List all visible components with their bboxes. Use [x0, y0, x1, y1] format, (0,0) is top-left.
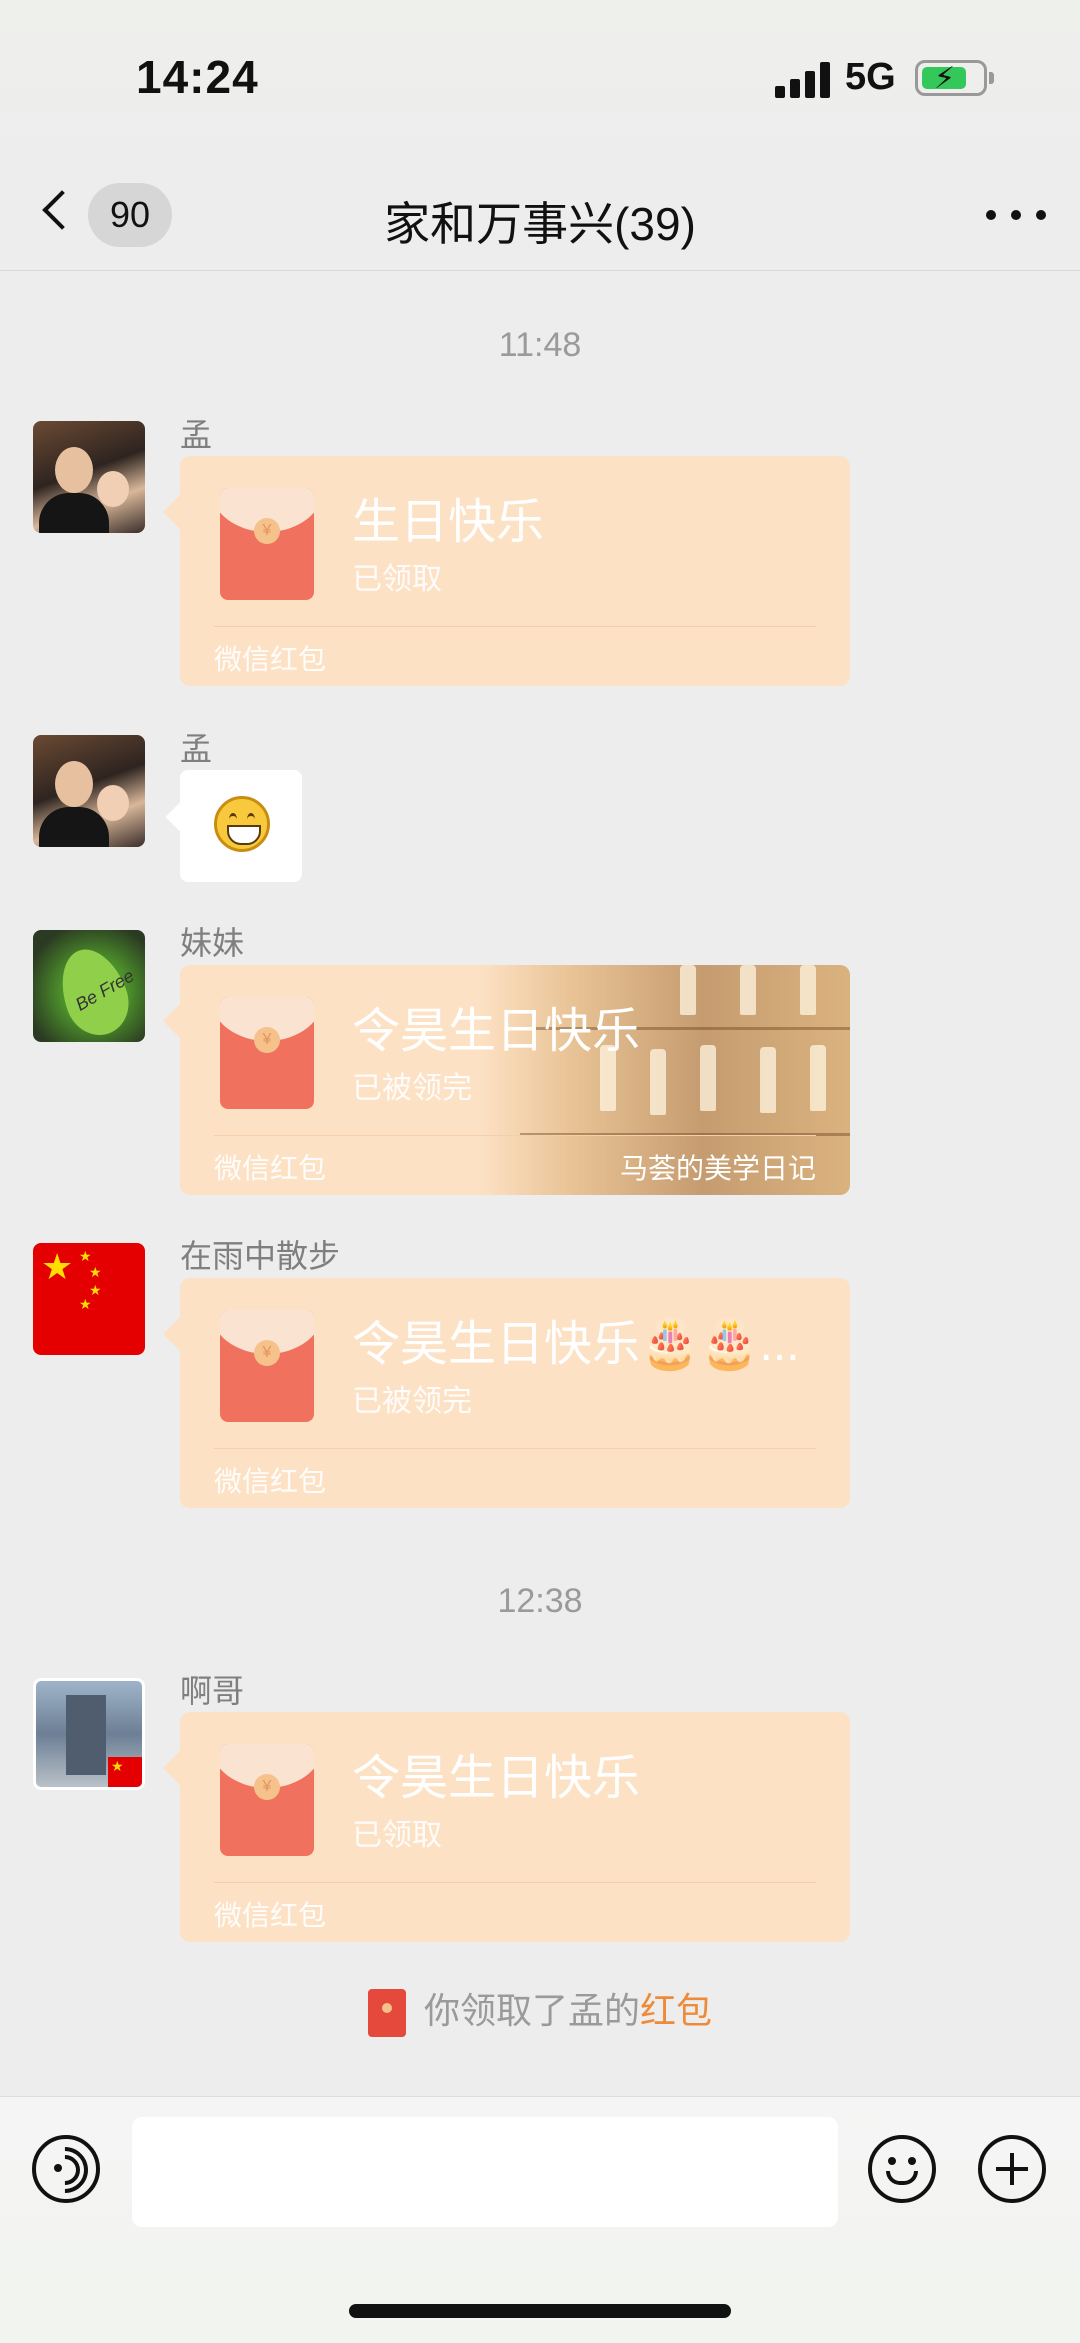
- system-message-text: 你领取了孟的: [423, 1990, 640, 2031]
- home-indicator: [349, 2304, 731, 2318]
- chat-title: 家和万事兴(39): [384, 198, 696, 250]
- emoji-icon: [888, 2157, 896, 2165]
- red-packet-icon: ¥: [220, 1744, 314, 1856]
- red-packet-icon: [367, 1989, 406, 2038]
- status-bar: 14:24 5G ⚡: [0, 0, 1080, 160]
- more-functions-button[interactable]: [978, 2135, 1046, 2203]
- avatar[interactable]: [33, 735, 145, 847]
- red-packet-status: 已领取: [352, 563, 442, 596]
- sender-name: 孟: [180, 417, 213, 453]
- avatar[interactable]: ★ ★ ★ ★ ★: [33, 1243, 145, 1355]
- sender-name: 孟: [180, 731, 213, 767]
- emoji-message[interactable]: [165, 770, 302, 882]
- avatar[interactable]: Be Free: [33, 930, 145, 1042]
- timestamp: 12:38: [497, 1582, 583, 1620]
- red-packet-footer: 微信红包: [214, 1900, 327, 1931]
- voice-button[interactable]: [32, 2135, 100, 2203]
- red-packet-footer: 微信红包: [214, 1466, 327, 1497]
- chat-nav-bar: 90 家和万事兴(39): [0, 160, 1080, 271]
- red-packet-title: 生日快乐: [352, 496, 545, 549]
- red-packet-title: 令昊生日快乐🎂🎂...: [352, 1318, 800, 1371]
- sender-name: 妹妹: [180, 925, 245, 961]
- avatar[interactable]: [33, 421, 145, 533]
- red-packet-title: 令昊生日快乐: [352, 1752, 641, 1805]
- signal-icon: [775, 62, 835, 98]
- red-packet-message[interactable]: ¥ 令昊生日快乐 已领取 微信红包: [180, 1712, 850, 1942]
- message-input[interactable]: [132, 2117, 838, 2227]
- red-packet-status: 已被领完: [352, 1385, 472, 1418]
- red-packet-message[interactable]: ¥ 令昊生日快乐🎂🎂... 已被领完 微信红包: [180, 1278, 850, 1508]
- red-packet-link[interactable]: 红包: [640, 1990, 712, 2031]
- sender-name: 在雨中散步: [180, 1238, 341, 1274]
- red-packet-status: 已被领完: [352, 1072, 472, 1105]
- red-packet-message[interactable]: ¥ 令昊生日快乐 已被领完 微信红包 马荟的美学日记: [180, 965, 850, 1195]
- emoji-button[interactable]: [868, 2135, 936, 2203]
- status-time: 14:24: [136, 51, 259, 103]
- red-packet-status: 已领取: [352, 1819, 442, 1852]
- red-packet-footer: 微信红包: [214, 644, 327, 675]
- sender-name: 啊哥: [180, 1673, 245, 1709]
- red-packet-message[interactable]: ¥ 生日快乐 已领取 微信红包: [180, 456, 850, 686]
- more-options-button[interactable]: [984, 190, 1048, 240]
- red-packet-cover-label: 马荟的美学日记: [619, 1153, 816, 1184]
- more-dots-icon: [986, 210, 996, 220]
- grin-face-icon: [214, 796, 270, 852]
- network-type: 5G: [845, 56, 896, 98]
- timestamp: 11:48: [498, 326, 582, 364]
- red-packet-icon: ¥: [220, 1310, 314, 1422]
- battery-icon: ⚡: [915, 60, 994, 96]
- system-message: 你领取了孟的红包: [0, 1982, 1080, 2038]
- avatar[interactable]: ★: [33, 1678, 145, 1790]
- red-packet-footer: 微信红包: [214, 1153, 327, 1184]
- red-packet-icon: ¥: [220, 997, 314, 1109]
- red-packet-icon: ¥: [220, 488, 314, 600]
- red-packet-title: 令昊生日快乐: [352, 1005, 641, 1058]
